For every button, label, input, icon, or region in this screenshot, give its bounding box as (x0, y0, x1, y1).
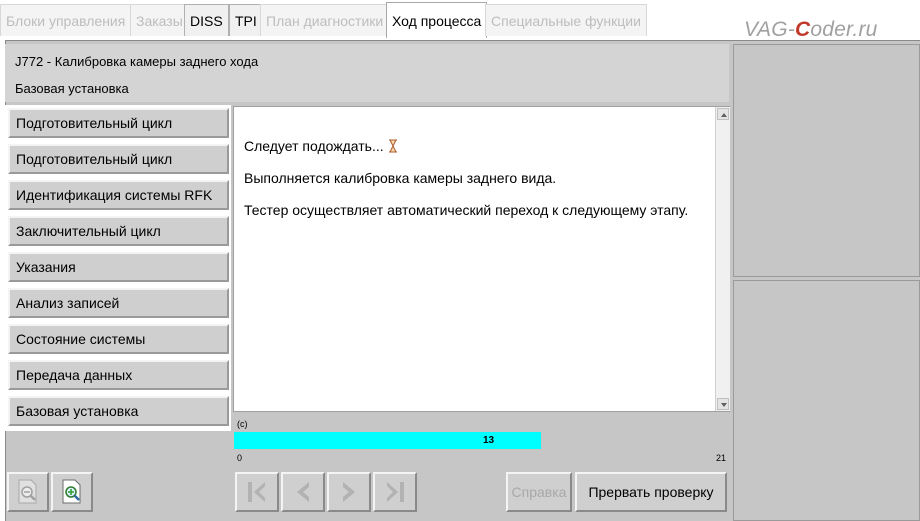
help-button[interactable]: Справка (506, 472, 572, 512)
step-item[interactable]: Базовая установка (8, 396, 229, 426)
progress-value: 13 (483, 435, 495, 446)
progress-fill: 13 (234, 432, 541, 449)
abort-test-button[interactable]: Прервать проверку (575, 472, 727, 512)
progress-max-label: 21 (715, 453, 726, 463)
calibration-message: Выполняется калибровка камеры заднего ви… (244, 170, 557, 186)
right-panel-top (733, 44, 920, 277)
step-item[interactable]: Передача данных (8, 360, 229, 390)
step-item[interactable]: Идентификация системы RFK (8, 180, 229, 210)
scroll-up-icon[interactable] (717, 108, 729, 120)
zoom-out-button[interactable] (7, 472, 49, 512)
procedure-title: J772 - Калибровка камеры заднего хода (15, 54, 259, 69)
scroll-down-icon[interactable] (717, 398, 729, 410)
tab-control-units[interactable]: Блоки управления (0, 4, 132, 36)
step-list: Подготовительный цикл Подготовительный ц… (5, 105, 231, 431)
hourglass-icon (388, 139, 398, 156)
vertical-scrollbar[interactable] (715, 107, 730, 411)
step-item[interactable]: Подготовительный цикл (8, 144, 229, 174)
right-panel-bottom (733, 280, 920, 521)
tab-bar: Блоки управления Заказы DISS TPI План ди… (0, 0, 920, 42)
progress-min-label: 0 (237, 453, 243, 463)
progress-label: (c) (237, 419, 248, 429)
tab-diagnostic-plan[interactable]: План диагностики (260, 4, 390, 36)
logo-accent: C (794, 18, 811, 41)
wait-text: Следует подождать... (244, 138, 384, 154)
progress-bar: 13 (234, 432, 730, 449)
tab-special-functions[interactable]: Специальные функции (485, 4, 647, 36)
tab-diss[interactable]: DISS (184, 4, 229, 36)
next-step-button[interactable] (327, 472, 371, 512)
procedure-subtitle: Базовая установка (15, 81, 129, 96)
wait-message: Следует подождать... (244, 138, 398, 156)
zoom-in-button[interactable] (51, 472, 93, 512)
step-item[interactable]: Подготовительный цикл (8, 108, 229, 138)
auto-advance-message: Тестер осуществляет автоматический перех… (244, 202, 689, 218)
first-step-button[interactable] (235, 472, 279, 512)
progress-area: (c) 13 0 21 (233, 413, 730, 465)
logo-prefix: VAG- (744, 18, 795, 41)
message-panel: Следует подождать... Выполняется калибро… (233, 106, 730, 412)
last-step-button[interactable] (373, 472, 417, 512)
logo-suffix: oder.ru (810, 18, 878, 41)
procedure-header: J772 - Калибровка камеры заднего хода Ба… (5, 44, 729, 102)
tab-process-flow[interactable]: Ход процесса (386, 2, 488, 38)
tab-tpi[interactable]: TPI (229, 4, 263, 36)
step-item[interactable]: Заключительный цикл (8, 216, 229, 246)
step-item[interactable]: Состояние системы (8, 324, 229, 354)
tab-orders[interactable]: Заказы (130, 4, 189, 36)
step-item[interactable]: Анализ записей (8, 288, 229, 318)
previous-step-button[interactable] (281, 472, 325, 512)
site-logo: VAG-Coder.ru (744, 18, 878, 42)
step-item[interactable]: Указания (8, 252, 229, 282)
